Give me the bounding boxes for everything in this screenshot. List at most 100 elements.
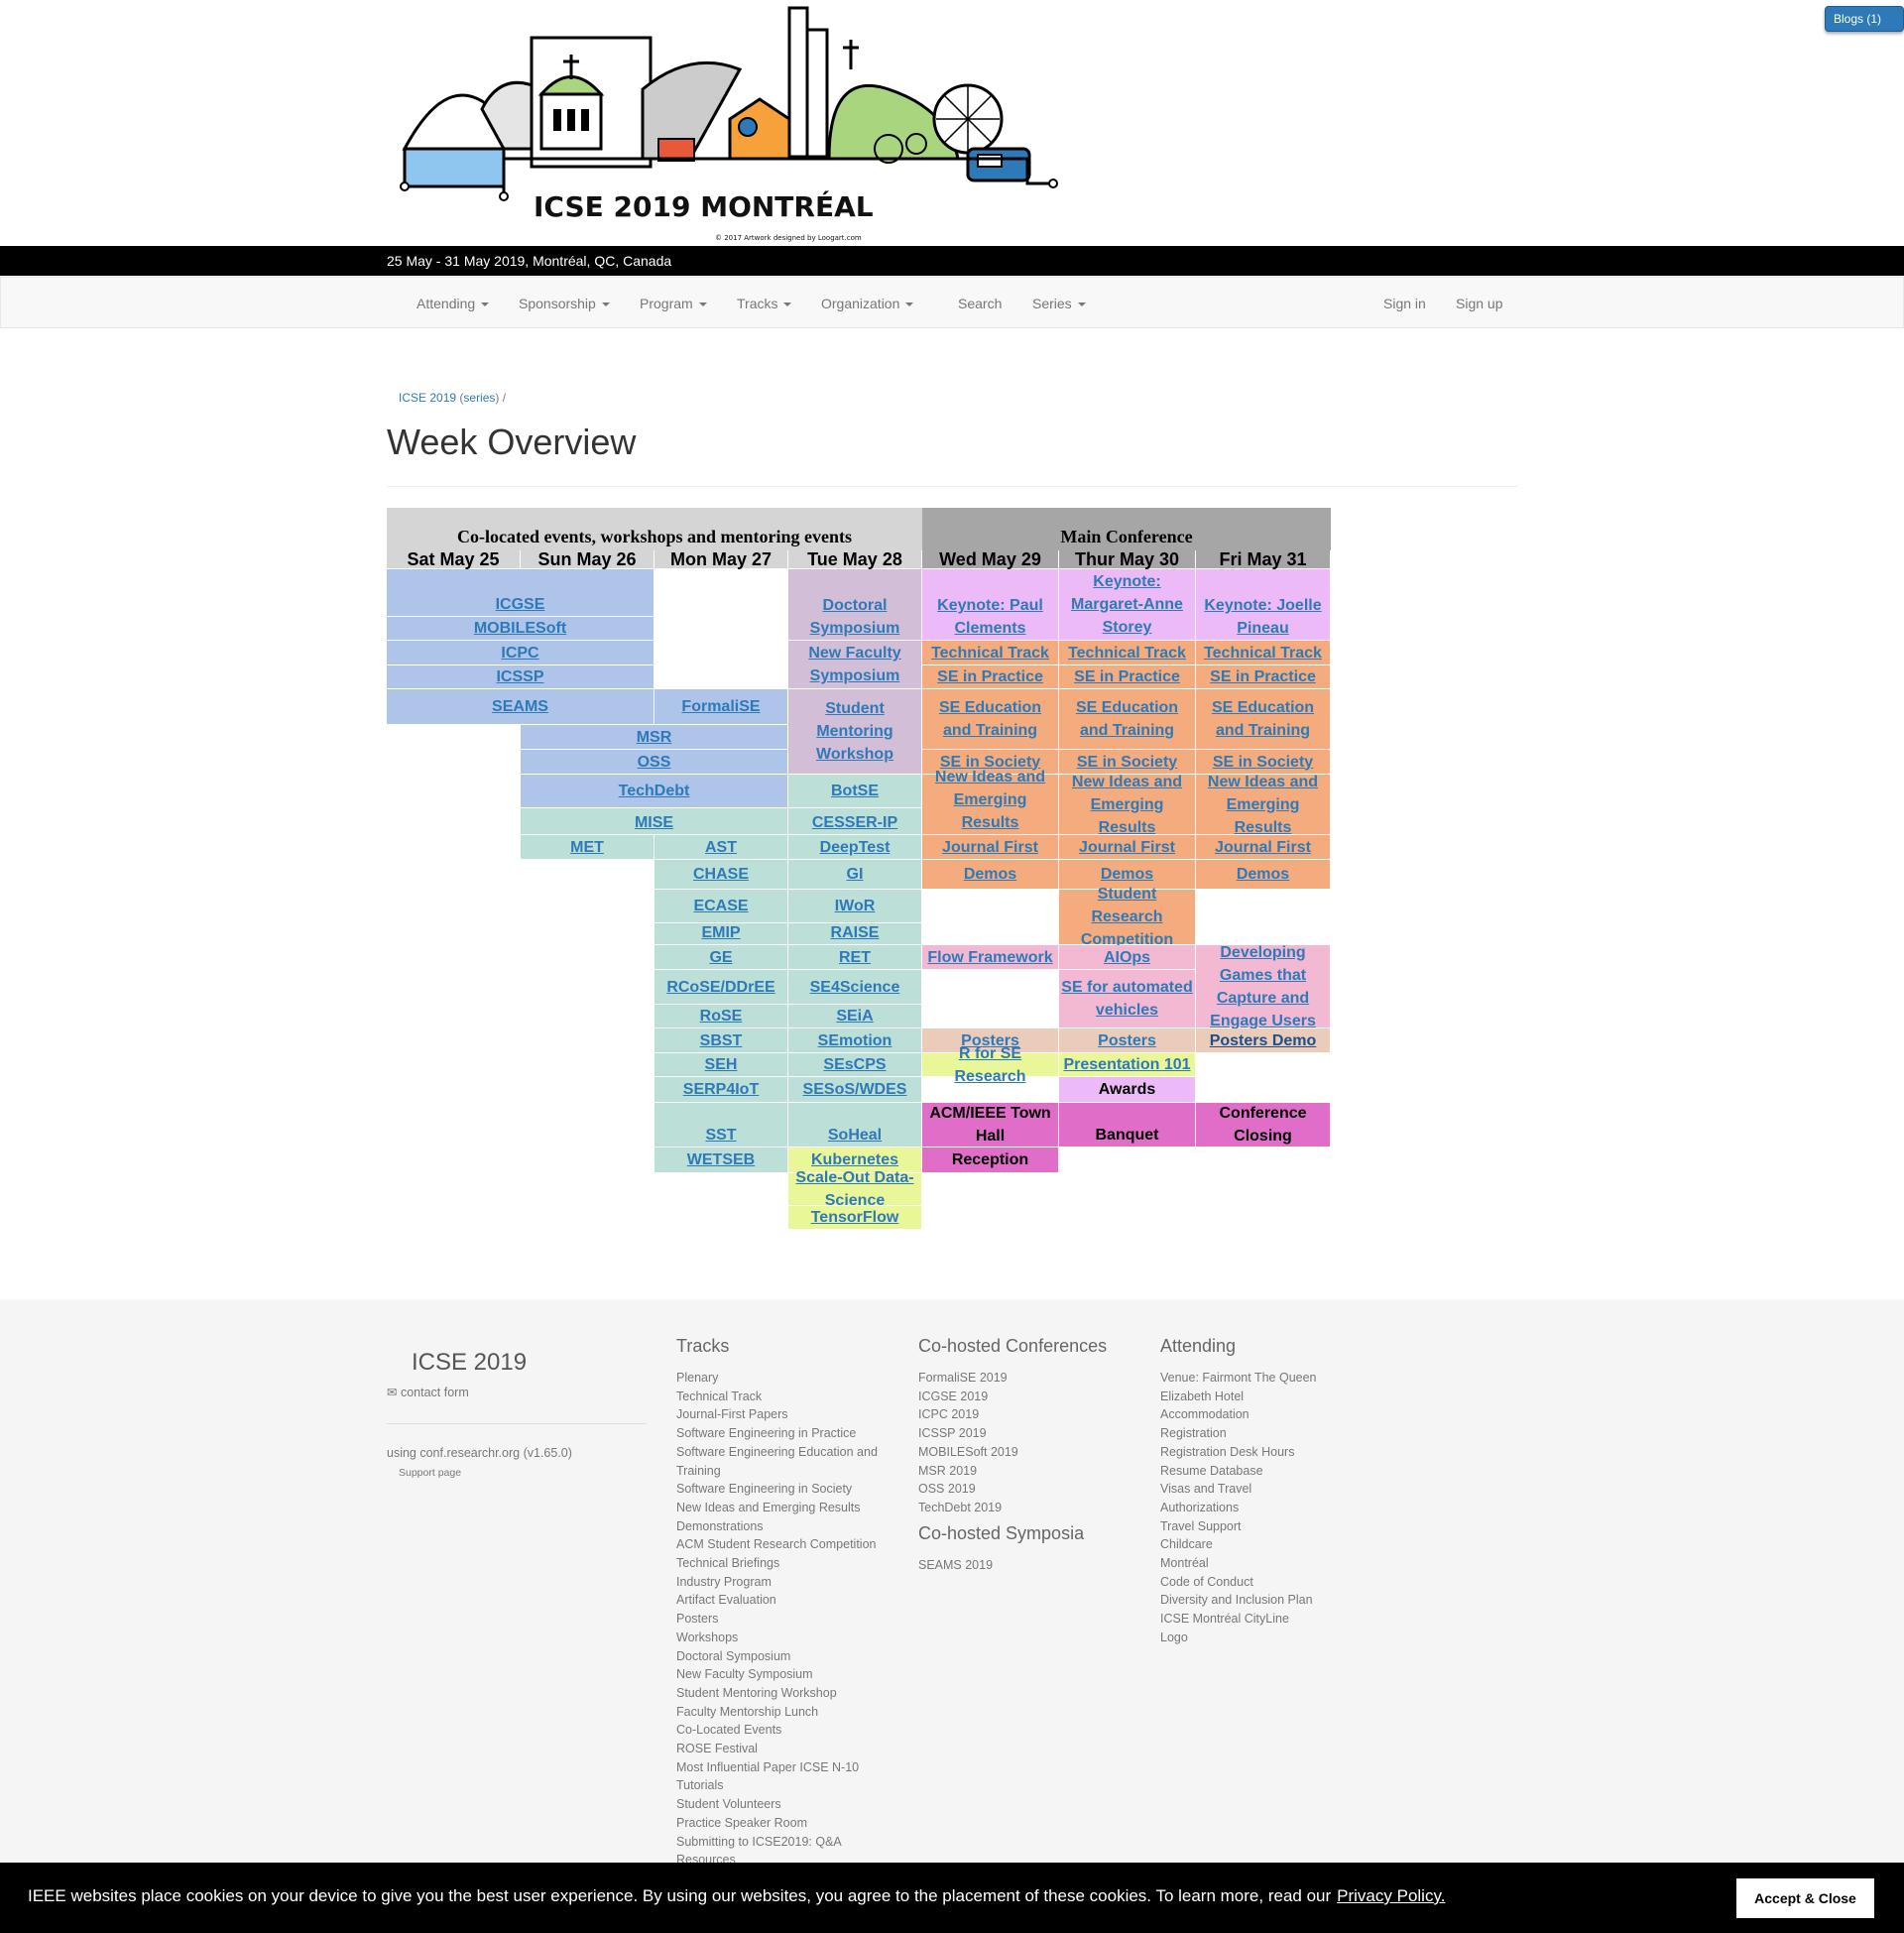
event-link-text[interactable]: SEH (705, 1053, 738, 1076)
schedule-event-link[interactable]: MET (521, 835, 654, 859)
footer-link[interactable]: Logo (1160, 1629, 1317, 1647)
footer-link[interactable]: Artifact Evaluation (676, 1591, 878, 1610)
event-link-text[interactable]: RAISE (831, 921, 880, 944)
event-link-text[interactable]: New Faculty Symposium (790, 642, 919, 687)
event-link-text[interactable]: SE Education and Training (1198, 696, 1328, 742)
footer-link[interactable]: Faculty Mentorship Lunch (676, 1703, 878, 1722)
event-link-text[interactable]: CHASE (693, 863, 749, 886)
event-link-text[interactable]: MOBILESoft (474, 617, 566, 640)
footer-link[interactable]: Elizabeth Hotel (1160, 1388, 1317, 1406)
footer-link[interactable]: SEAMS 2019 (918, 1556, 993, 1575)
schedule-event-link[interactable]: Demos (1196, 860, 1330, 889)
schedule-event-link[interactable]: MSR (521, 725, 787, 749)
event-link-text[interactable]: SE Education and Training (924, 696, 1056, 742)
event-link-text[interactable]: RCoSE/DDrEE (666, 976, 774, 999)
schedule-event-link[interactable]: Doctoral Symposium (788, 569, 921, 640)
schedule-event-link[interactable]: Flow Framework (922, 945, 1058, 969)
schedule-event-link[interactable]: New Ideas and Emerging Results (1196, 774, 1330, 836)
event-link-text[interactable]: MISE (635, 811, 673, 834)
event-link-text[interactable]: AST (705, 836, 737, 859)
event-link-text[interactable]: OSS (638, 751, 671, 774)
event-link-text[interactable]: Posters Demo (1210, 1029, 1317, 1052)
schedule-event-link[interactable]: AIOps (1059, 945, 1195, 969)
schedule-event-link[interactable]: SE Education and Training (1059, 689, 1195, 749)
event-link-text[interactable]: New Ideas and Emerging Results (1061, 771, 1193, 839)
nav-organization[interactable]: Organization (821, 278, 914, 329)
footer-link[interactable]: Diversity and Inclusion Plan (1160, 1591, 1317, 1610)
event-link-text[interactable]: SBST (700, 1029, 743, 1052)
footer-link[interactable]: Student Mentoring Workshop (676, 1684, 878, 1703)
nav-search[interactable]: Search (958, 278, 1002, 329)
schedule-event-link[interactable]: RET (788, 945, 921, 969)
sign-up-link[interactable]: Sign up (1456, 278, 1502, 329)
schedule-event-link[interactable]: AST (654, 835, 787, 859)
footer-link[interactable]: ICSE Montréal CityLine (1160, 1610, 1317, 1629)
event-link-text[interactable]: SEsCPS (823, 1053, 886, 1076)
footer-link[interactable]: Demonstrations (676, 1517, 878, 1536)
schedule-event-link[interactable]: Journal First (1196, 835, 1330, 859)
schedule-event-link[interactable]: SBST (654, 1028, 787, 1052)
schedule-event-link[interactable]: ICSSP (387, 665, 654, 688)
event-link-text[interactable]: ICSSP (496, 665, 543, 688)
schedule-event-link[interactable]: SE Education and Training (922, 689, 1058, 749)
schedule-event-link[interactable]: Journal First (1059, 835, 1195, 859)
footer-link[interactable]: OSS 2019 (918, 1480, 1018, 1499)
nav-attending[interactable]: Attending (416, 278, 490, 329)
footer-link[interactable]: Technical Track (676, 1388, 878, 1406)
schedule-event-link[interactable]: SoHeal (788, 1103, 921, 1147)
schedule-event-link[interactable]: ECASE (654, 890, 787, 922)
nav-sponsorship[interactable]: Sponsorship (519, 278, 610, 329)
schedule-event-link[interactable]: Keynote: Margaret-Anne Storey (1059, 569, 1195, 640)
schedule-event-link[interactable]: IWoR (788, 890, 921, 922)
footer-link[interactable]: Workshops (676, 1629, 878, 1647)
event-link-text[interactable]: WETSEB (687, 1148, 755, 1171)
sign-in-link[interactable]: Sign in (1383, 278, 1426, 329)
event-link-text[interactable]: SE4Science (810, 976, 900, 999)
schedule-event-link[interactable]: GE (654, 945, 787, 969)
footer-link[interactable]: New Ideas and Emerging Results (676, 1499, 878, 1517)
footer-link[interactable]: ICSSP 2019 (918, 1424, 1018, 1443)
event-link-text[interactable]: SERP4IoT (683, 1078, 759, 1101)
schedule-event-link[interactable]: SE4Science (788, 970, 921, 1004)
event-link-text[interactable]: Keynote: Margaret-Anne Storey (1061, 570, 1193, 639)
footer-link[interactable]: Travel Support (1160, 1517, 1317, 1536)
footer-link[interactable]: Resume Database (1160, 1462, 1317, 1481)
footer-link[interactable]: Code of Conduct (1160, 1573, 1317, 1592)
icse-montreal-logo[interactable]: ICSE 2019 MONTRÉAL © 2017 Artwork design… (393, 0, 1067, 244)
event-link-text[interactable]: Student Research Competition (1061, 883, 1193, 951)
footer-link[interactable]: Childcare (1160, 1535, 1317, 1554)
event-link-text[interactable]: SST (705, 1124, 736, 1147)
schedule-event-link[interactable]: R for SE Research (922, 1045, 1058, 1085)
event-link-text[interactable]: Presentation 101 (1063, 1053, 1190, 1076)
schedule-event-link[interactable]: SEiA (788, 1005, 921, 1027)
schedule-event-link[interactable]: DeepTest (788, 835, 921, 859)
blogs-button[interactable]: Blogs (1) >> (1825, 6, 1904, 50)
footer-link[interactable]: Authorizations (1160, 1499, 1317, 1517)
footer-link[interactable]: Posters (676, 1610, 878, 1629)
schedule-event-link[interactable]: SST (654, 1103, 787, 1147)
breadcrumb-event-link[interactable]: ICSE 2019 (399, 391, 456, 405)
event-link-text[interactable]: Student Mentoring Workshop (790, 697, 919, 766)
event-link-text[interactable]: SE in Practice (1210, 665, 1316, 688)
footer-link[interactable]: Montréal (1160, 1554, 1317, 1573)
event-link-text[interactable]: TensorFlow (811, 1206, 899, 1229)
footer-link[interactable]: Accommodation (1160, 1405, 1317, 1424)
footer-link[interactable]: Plenary (676, 1369, 878, 1388)
event-link-text[interactable]: Demos (1237, 863, 1289, 886)
event-link-text[interactable]: Journal First (942, 836, 1038, 859)
event-link-text[interactable]: TechDebt (619, 780, 690, 802)
footer-link[interactable]: Doctoral Symposium (676, 1647, 878, 1666)
event-link-text[interactable]: MSR (637, 726, 672, 749)
schedule-event-link[interactable]: Student Mentoring Workshop (788, 689, 921, 774)
event-link-text[interactable]: New Ideas and Emerging Results (924, 766, 1056, 834)
event-link-text[interactable]: New Ideas and Emerging Results (1198, 771, 1328, 839)
event-link-text[interactable]: GI (847, 863, 864, 886)
schedule-event-link[interactable]: WETSEB (654, 1148, 787, 1172)
schedule-event-link[interactable]: SEmotion (788, 1028, 921, 1052)
schedule-event-link[interactable]: CHASE (654, 860, 787, 889)
event-link-text[interactable]: EMIP (701, 921, 740, 944)
event-link-text[interactable]: AIOps (1104, 946, 1150, 969)
footer-link[interactable]: TechDebt 2019 (918, 1499, 1018, 1517)
event-link-text[interactable]: BotSE (831, 780, 879, 802)
schedule-event-link[interactable]: FormaliSE (654, 689, 787, 724)
